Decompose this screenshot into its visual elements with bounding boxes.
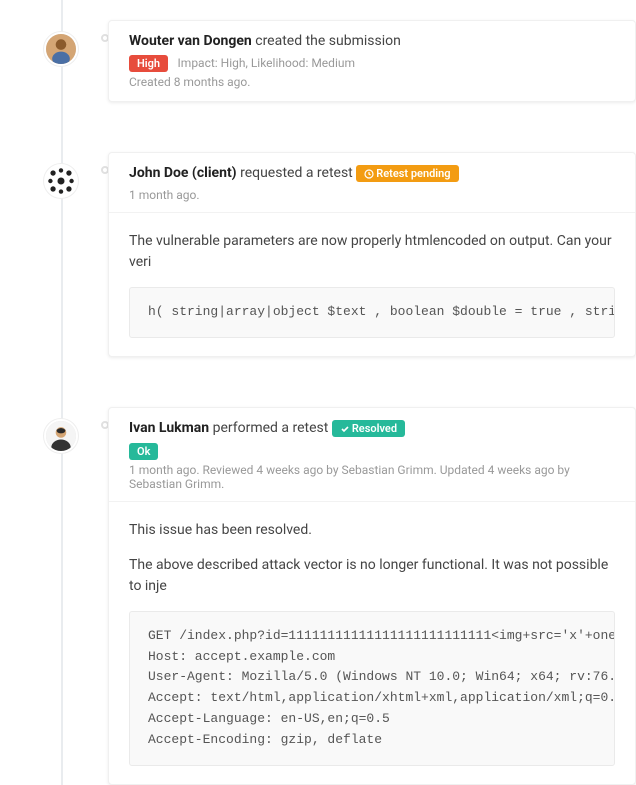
badge-row: High Impact: High, Likelihood: Medium <box>129 55 615 72</box>
code-block[interactable]: GET /index.php?id=1111111111111111111111… <box>129 611 615 766</box>
code-block[interactable]: h( string|array|object $text , boolean $… <box>129 287 615 338</box>
author-name[interactable]: Wouter van Dongen <box>129 33 252 49</box>
retest-result-card: Ivan Lukman performed a retest Resolved … <box>108 407 636 785</box>
status-badge: Resolved <box>332 420 405 437</box>
badge-row: Ok <box>129 443 615 460</box>
author-name[interactable]: John Doe (client) <box>129 165 237 181</box>
submission-card: Wouter van Dongen created the submission… <box>108 20 636 102</box>
action-text: performed a retest <box>213 420 329 436</box>
user-avatar-icon <box>46 421 76 451</box>
status-badge-label: Resolved <box>352 422 397 435</box>
retest-request-card: John Doe (client) requested a retest Ret… <box>108 152 636 357</box>
timeline-item: John Doe (client) requested a retest Ret… <box>62 152 636 357</box>
ok-badge: Ok <box>129 443 158 460</box>
user-avatar-icon <box>46 34 76 64</box>
message-text: The vulnerable parameters are now proper… <box>129 231 615 273</box>
card-header: Ivan Lukman performed a retest Resolved … <box>109 408 635 491</box>
title-line: Ivan Lukman performed a retest Resolved <box>129 420 615 437</box>
action-text: requested a retest <box>240 165 353 181</box>
impact-text: Impact: High, Likelihood: Medium <box>178 56 355 70</box>
title-line: Wouter van Dongen created the submission <box>129 33 615 49</box>
avatar[interactable] <box>44 32 78 66</box>
message-text: This issue has been resolved. <box>129 520 615 541</box>
card-header: Wouter van Dongen created the submission… <box>109 21 635 101</box>
card-content: This issue has been resolved. The above … <box>109 501 635 784</box>
message-text: The above described attack vector is no … <box>129 555 615 597</box>
timeline-item: Wouter van Dongen created the submission… <box>62 20 636 102</box>
check-icon <box>340 424 350 434</box>
timeline-item: Ivan Lukman performed a retest Resolved … <box>62 407 636 785</box>
activity-timeline: Wouter van Dongen created the submission… <box>0 0 636 785</box>
meta-text: 1 month ago. Reviewed 4 weeks ago by Seb… <box>129 463 615 491</box>
clock-icon <box>364 169 374 179</box>
geometric-avatar-icon <box>46 166 76 196</box>
avatar[interactable] <box>44 419 78 453</box>
status-badge: Retest pending <box>356 165 458 182</box>
author-name[interactable]: Ivan Lukman <box>129 420 209 436</box>
status-badge-label: Retest pending <box>376 167 450 180</box>
card-header: John Doe (client) requested a retest Ret… <box>109 153 635 202</box>
card-content: The vulnerable parameters are now proper… <box>109 212 635 356</box>
avatar[interactable] <box>44 164 78 198</box>
time-text: 1 month ago. <box>129 188 615 202</box>
title-line: John Doe (client) requested a retest Ret… <box>129 165 615 182</box>
severity-badge: High <box>129 55 168 72</box>
action-text: created the submission <box>255 33 401 49</box>
created-time: Created 8 months ago. <box>129 75 615 101</box>
